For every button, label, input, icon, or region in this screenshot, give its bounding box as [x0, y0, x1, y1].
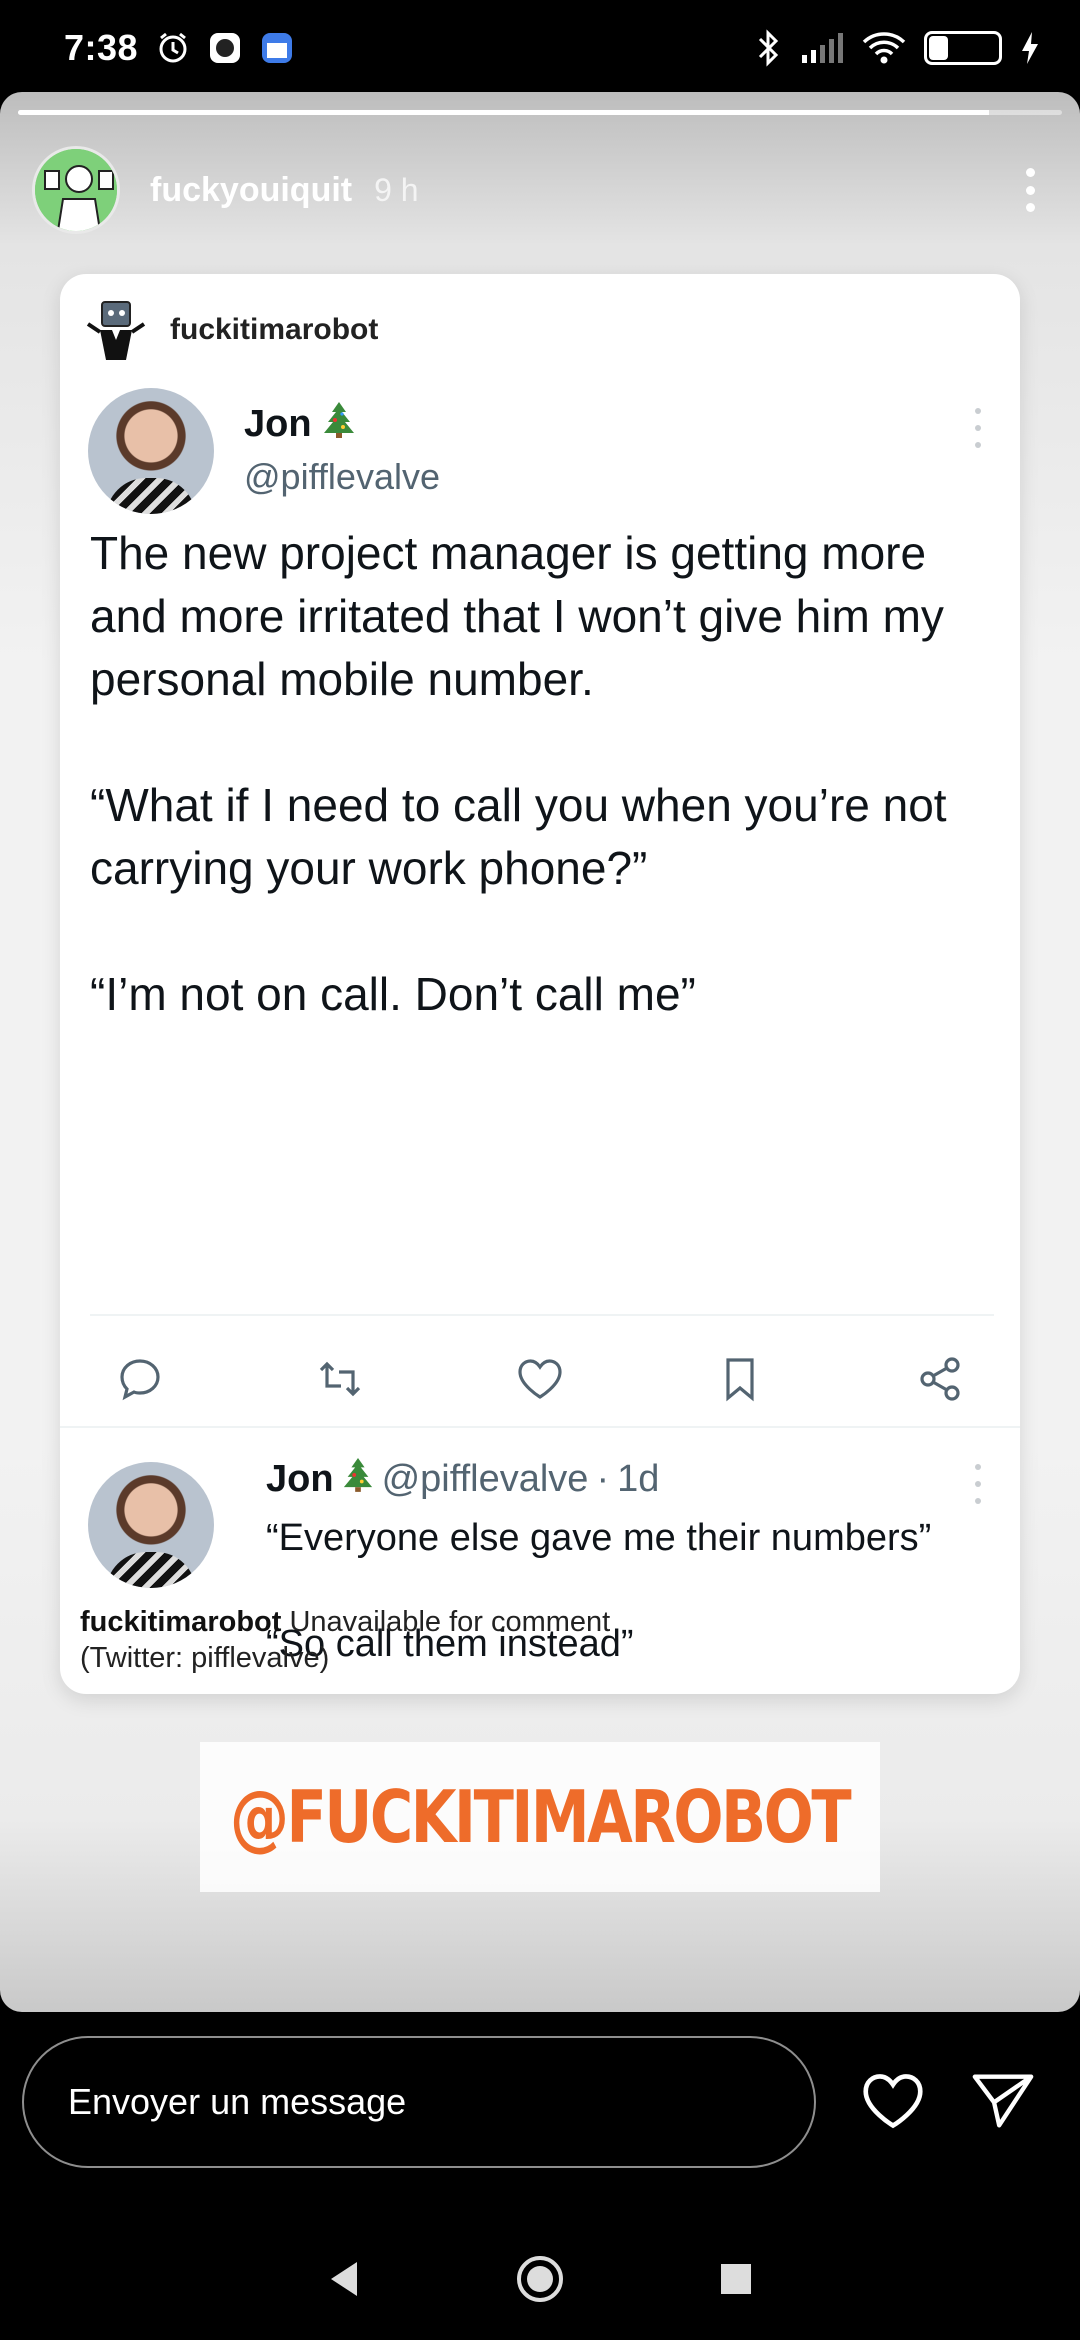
- repost-caption: fuckitimarobot Unavailable for comment (…: [80, 1604, 990, 1676]
- robot-logo-icon: [82, 296, 150, 364]
- story-time: 9 h: [374, 171, 419, 208]
- tweet-body: The new project manager is getting more …: [90, 522, 990, 1026]
- story-progress-bar: [18, 110, 1062, 115]
- wifi-icon: [862, 31, 906, 65]
- story-viewer[interactable]: fuckyouiquit 9 h fuckitimarobot Jon @pif…: [0, 92, 1080, 2012]
- alarm-icon: [156, 31, 190, 65]
- reply-author-handle[interactable]: @pifflevalve: [382, 1458, 589, 1501]
- app-icon: [208, 31, 242, 65]
- calendar-icon: [260, 31, 294, 65]
- repost-account-name[interactable]: fuckitimarobot: [170, 313, 378, 347]
- tweet-actions: [100, 1344, 980, 1414]
- repost-source: fuckitimarobot: [82, 296, 378, 364]
- send-icon[interactable]: [968, 2066, 1038, 2136]
- tweet-author-avatar[interactable]: [88, 388, 214, 514]
- message-input-placeholder: Envoyer un message: [68, 2081, 407, 2122]
- christmas-tree-icon: [342, 1456, 374, 1502]
- caption-note: Unavailable for comment: [289, 1606, 611, 1638]
- recents-icon[interactable]: [719, 2262, 753, 2301]
- avatar-illustration: [35, 149, 117, 231]
- mention-sticker[interactable]: @FUCKITIMAROBOT: [200, 1742, 880, 1892]
- battery-text: 32: [950, 35, 976, 60]
- retweet-icon[interactable]: [310, 1349, 370, 1409]
- more-options-icon[interactable]: [1010, 160, 1050, 220]
- tweet-author-name[interactable]: Jon: [244, 400, 440, 448]
- reply-paragraph: “Everyone else gave me their numbers”: [266, 1517, 932, 1559]
- reply-icon[interactable]: [110, 1349, 170, 1409]
- charging-icon: [1020, 31, 1040, 65]
- story-reply-bar: Envoyer un message: [0, 2012, 1080, 2340]
- tweet-paragraph: “I’m not on call. Don’t call me”: [90, 968, 696, 1020]
- status-bar: 7:38 32: [0, 0, 1080, 96]
- back-icon[interactable]: [327, 2260, 361, 2303]
- christmas-tree-icon: [322, 400, 356, 448]
- reply-tweet: Jon @pifflevalve · 1d “Everyone else gav…: [88, 1456, 1000, 1665]
- reply-author-name[interactable]: Jon: [266, 1458, 334, 1501]
- reposted-tweet-card: fuckitimarobot Jon @pifflevalve The new …: [60, 274, 1020, 1694]
- signal-icon: [800, 33, 844, 63]
- bluetooth-icon: [756, 29, 782, 67]
- story-avatar[interactable]: [32, 146, 120, 234]
- like-icon[interactable]: [510, 1349, 570, 1409]
- share-icon[interactable]: [910, 1349, 970, 1409]
- divider: [60, 1426, 1020, 1428]
- bookmark-icon[interactable]: [710, 1349, 770, 1409]
- home-icon[interactable]: [515, 2254, 565, 2309]
- reply-header: Jon @pifflevalve · 1d: [266, 1456, 659, 1502]
- system-nav-bar: [0, 2226, 1080, 2336]
- story-progress-fill: [18, 110, 989, 115]
- message-input[interactable]: Envoyer un message: [22, 2036, 816, 2168]
- tweet-paragraph: The new project manager is getting more …: [90, 527, 944, 705]
- heart-icon[interactable]: [858, 2066, 928, 2136]
- caption-account: fuckitimarobot: [80, 1606, 282, 1638]
- reply-author-avatar[interactable]: [88, 1462, 214, 1588]
- tweet-author-name-text: Jon: [244, 402, 312, 445]
- reply-separator: ·: [596, 1457, 610, 1500]
- tweet-author-handle[interactable]: @pifflevalve: [244, 456, 440, 498]
- caption-source: (Twitter: pifflevalve): [80, 1642, 330, 1674]
- mention-sticker-text: @FUCKITIMAROBOT: [230, 1775, 852, 1859]
- status-time: 7:38: [64, 27, 139, 68]
- reply-more-icon[interactable]: [970, 1464, 986, 1504]
- tweet-header: Jon @pifflevalve: [88, 388, 1000, 518]
- reply-time: 1d: [617, 1457, 660, 1500]
- story-username[interactable]: fuckyouiquit: [150, 171, 352, 210]
- battery-indicator: 32: [924, 31, 1002, 65]
- story-header: fuckyouiquit 9 h: [32, 144, 1050, 236]
- tweet-more-icon[interactable]: [970, 408, 986, 448]
- tweet-paragraph: “What if I need to call you when you’re …: [90, 779, 947, 894]
- battery-fill: [929, 36, 949, 60]
- divider: [90, 1314, 994, 1316]
